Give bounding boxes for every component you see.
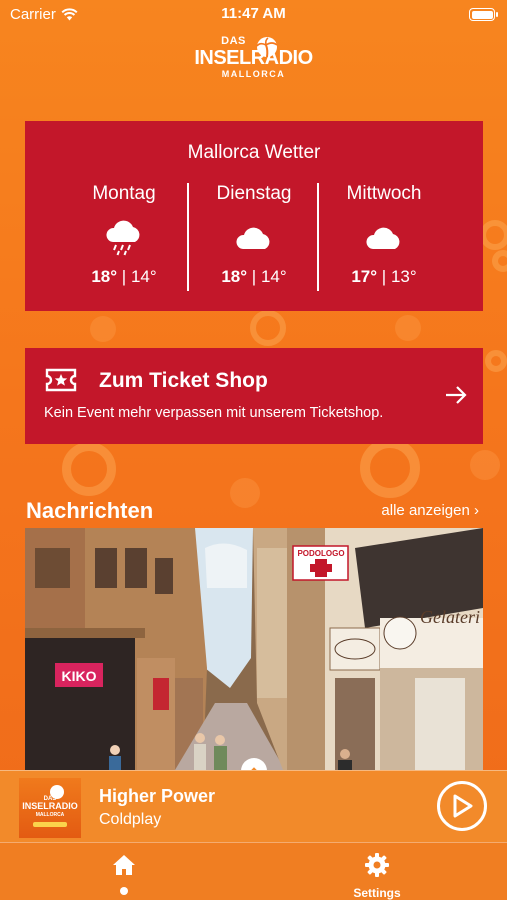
podologo-sign: PODOLOGO	[297, 549, 344, 558]
play-button[interactable]	[437, 781, 487, 831]
temp-low: 14°	[130, 267, 157, 286]
weather-temps: 18° | 14°	[221, 267, 287, 286]
now-playing-bar[interactable]: DAS INSELRADIO MALLORCA Higher Power Col…	[0, 770, 507, 842]
weather-day-name: Montag	[92, 183, 156, 204]
weather-day-name: Mittwoch	[346, 183, 422, 204]
news-article-image[interactable]: KIKO PODOLOGO Gelateri	[25, 528, 483, 770]
tab-bar: Settings	[0, 842, 507, 900]
temp-high: 18°	[91, 267, 118, 286]
palm-logo-icon	[256, 37, 278, 58]
track-artist: Coldplay	[99, 811, 162, 828]
weather-day-mittwoch: Mittwoch 17° | 13°	[319, 183, 449, 287]
rain-cloud-icon	[106, 220, 140, 256]
temp-high: 18°	[221, 267, 248, 286]
kiko-sign: KIKO	[62, 668, 97, 684]
weather-temps: 18° | 14°	[91, 267, 157, 286]
tab-home[interactable]	[98, 843, 150, 900]
weather-card[interactable]: Mallorca Wetter Montag 18° | 14° Diensta…	[25, 121, 483, 311]
news-section-title: Nachrichten	[26, 498, 154, 523]
weather-day-montag: Montag 18° | 14°	[59, 183, 189, 287]
cloud-icon	[366, 227, 400, 249]
weather-title: Mallorca Wetter	[187, 142, 321, 163]
weather-day-name: Dienstag	[216, 183, 292, 204]
active-tab-indicator	[120, 887, 128, 895]
gelateria-sign: Gelateri	[420, 607, 480, 627]
arrow-right-icon	[446, 386, 467, 404]
temp-low: 13°	[390, 267, 417, 286]
street-photo: KIKO PODOLOGO Gelateri	[25, 528, 483, 770]
ticket-shop-title: Zum Ticket Shop	[99, 369, 268, 392]
clock: 11:47 AM	[221, 5, 286, 22]
ticket-shop-card[interactable]: Zum Ticket Shop Kein Event mehr verpasse…	[25, 348, 483, 444]
status-bar: Carrier 11:47 AM	[0, 0, 507, 30]
tab-settings[interactable]: Settings	[337, 843, 417, 900]
ticket-icon	[45, 368, 77, 392]
weather-day-dienstag: Dienstag 18° | 14°	[189, 183, 319, 287]
logo-line-mallorca: MALLORCA	[221, 69, 286, 79]
weather-temps: 17° | 13°	[351, 267, 417, 286]
cloud-icon	[236, 227, 270, 249]
gear-icon	[365, 853, 389, 877]
home-icon	[113, 855, 135, 875]
temp-low: 14°	[260, 267, 287, 286]
temp-high: 17°	[351, 267, 378, 286]
app-logo: DAS INSELRADIO MALLORCA	[0, 36, 507, 79]
thumb-line-inselradio: INSELRADIO	[22, 801, 78, 811]
show-all-link[interactable]: alle anzeigen ›	[381, 502, 479, 519]
station-artwork: DAS INSELRADIO MALLORCA	[19, 778, 81, 838]
track-title: Higher Power	[99, 786, 216, 806]
play-icon	[453, 794, 473, 818]
ticket-shop-subtitle: Kein Event mehr verpassen mit unserem Ti…	[44, 405, 384, 421]
thumb-line-mallorca: MALLORCA	[36, 812, 65, 818]
tab-settings-label: Settings	[353, 886, 401, 900]
battery-icon	[469, 8, 498, 21]
